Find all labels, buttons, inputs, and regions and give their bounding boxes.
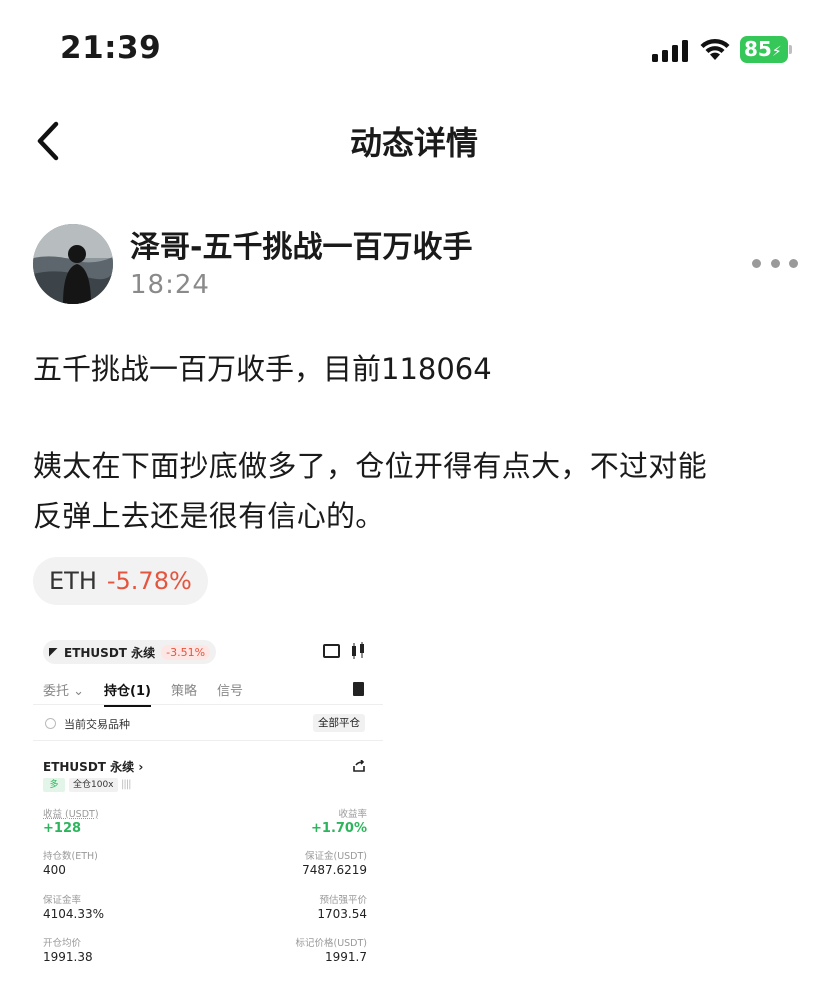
embed-long-badge: 多 — [43, 778, 65, 792]
nav-bar: 动态详情 — [0, 100, 828, 180]
embed-pair-name: ETHUSDT 永续 — [64, 645, 156, 660]
cellular-signal-icon — [652, 40, 688, 62]
embed-mark-value: 1991.7 — [325, 950, 367, 964]
post-text-line: 姨太在下面抄底做多了，仓位开得有点大，不过对能 — [33, 449, 707, 483]
divider — [33, 704, 383, 705]
embed-pair-change: -3.51% — [161, 644, 211, 660]
embed-pnl-label: 收益 (USDT) — [43, 809, 99, 820]
battery-icon: 85⚡ — [740, 36, 792, 63]
embed-pair-pill: ETHUSDT 永续 -3.51% — [43, 640, 217, 664]
embed-margin-label: 保证金(USDT) — [304, 851, 367, 862]
embed-mark-label: 标记价格(USDT) — [295, 938, 367, 949]
post-text-line: 五千挑战一百万收手，目前118064 — [33, 352, 492, 386]
status-time: 21:39 — [60, 30, 162, 66]
embed-margin-ratio-label: 保证金率 — [43, 895, 82, 906]
embed-tab-signal: 信号 — [216, 684, 243, 699]
more-dot-icon — [752, 258, 761, 268]
more-options-button[interactable] — [752, 252, 798, 274]
chart-icon — [323, 644, 340, 658]
post-image[interactable]: ETHUSDT 永续 -3.51% 委托 ⌄ 持仓(1) 策略 信号 当前交易品… — [33, 628, 383, 988]
embed-pnl-value: +128 — [43, 821, 82, 836]
embed-current-only-label: 当前交易品种 — [64, 718, 130, 731]
status-bar: 21:39 85⚡ — [0, 0, 828, 100]
embed-position-title: ETHUSDT 永续 › — [43, 760, 144, 774]
share-icon — [353, 760, 365, 772]
post-time: 18:24 — [130, 270, 210, 300]
ticker-tag[interactable]: ETH -5.78% — [33, 557, 208, 605]
divider — [33, 740, 383, 741]
more-dot-icon — [770, 258, 780, 268]
battery-level: 85⚡ — [740, 36, 788, 63]
avatar-image — [33, 224, 113, 304]
candlestick-icon — [352, 642, 364, 659]
embed-entry-label: 开仓均价 — [43, 938, 82, 949]
avatar[interactable] — [33, 224, 113, 304]
author-name[interactable]: 泽哥-五千挑战一百万收手 — [130, 222, 472, 266]
wifi-icon — [700, 38, 730, 60]
embed-tab-strategy: 策略 — [170, 684, 197, 699]
embed-size-value: 400 — [43, 863, 66, 877]
embed-liq-value: 1703.54 — [317, 907, 367, 921]
signal-bars-icon: |||| — [121, 779, 132, 790]
embed-roi-label: 收益率 — [338, 809, 367, 820]
ticker-symbol: ETH — [49, 567, 97, 595]
embed-entry-value: 1991.38 — [43, 950, 93, 964]
embed-margin-ratio-value: 4104.33% — [43, 907, 105, 921]
embed-liq-label: 预估强平价 — [319, 895, 367, 906]
post-text-line: 反弹上去还是很有信心的。 — [33, 499, 385, 533]
embed-size-label: 持仓数(ETH) — [43, 851, 98, 862]
radio-icon — [45, 718, 56, 729]
ticker-change: -5.78% — [106, 567, 192, 595]
embed-tabs: 委托 ⌄ 持仓(1) 策略 信号 — [43, 680, 263, 707]
embed-margin-value: 7487.6219 — [302, 863, 367, 877]
embed-tab-orders: 委托 ⌄ — [43, 684, 85, 699]
embed-roi-value: +1.70% — [311, 821, 367, 836]
embed-tab-positions: 持仓(1) — [104, 680, 151, 707]
document-icon — [353, 682, 364, 696]
pair-icon — [49, 647, 58, 657]
more-dot-icon — [789, 258, 798, 268]
embed-leverage-badge: 全仓100x — [69, 778, 118, 792]
page-title: 动态详情 — [349, 124, 478, 162]
embed-close-all-button: 全部平仓 — [313, 714, 365, 732]
